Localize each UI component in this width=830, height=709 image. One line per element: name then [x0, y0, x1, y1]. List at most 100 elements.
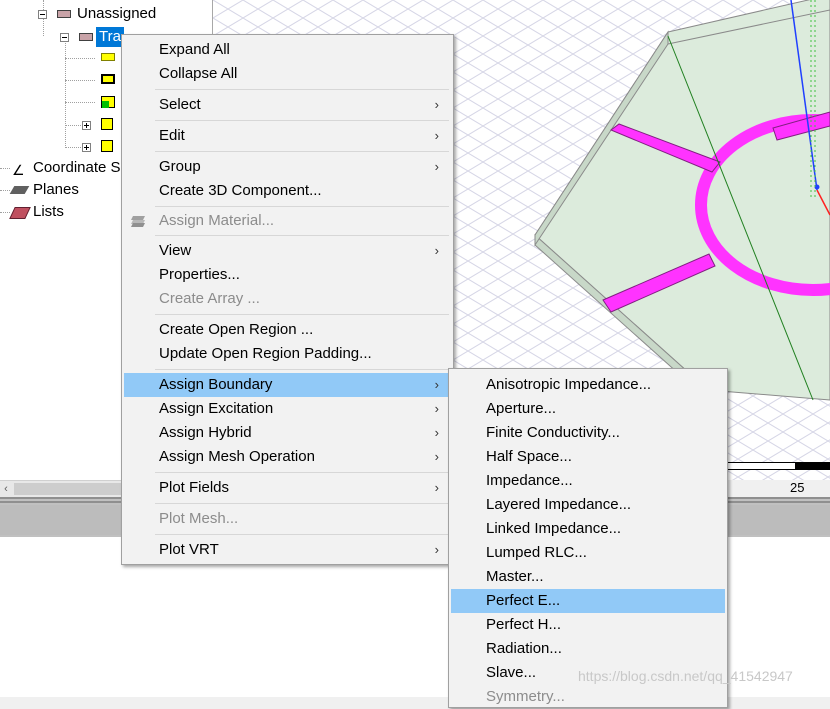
menu-item-label: Linked Impedance... [486, 520, 622, 537]
menu-item-assign-boundary[interactable]: Assign Boundary › [124, 373, 451, 397]
object-icon [79, 33, 93, 41]
submenu-arrow-icon: › [434, 449, 439, 464]
rectangle-operation-icon[interactable] [101, 53, 115, 61]
menu-item-label: Properties... [159, 266, 240, 283]
context-menu: Expand All Collapse All Select › Edit › Gr… [121, 34, 454, 565]
menu-item-assign-mesh-operation[interactable]: Assign Mesh Operation › [124, 445, 451, 469]
unite-operation-icon[interactable] [101, 74, 115, 84]
menu-item-label: Perfect E... [486, 592, 561, 609]
tree-connector [65, 36, 66, 148]
menu-item-collapse-all[interactable]: Collapse All [124, 62, 451, 86]
scroll-left-icon[interactable]: ‹ [0, 481, 12, 497]
submenu-item-master[interactable]: Master... [451, 565, 725, 589]
menu-item-label: Expand All [159, 41, 230, 58]
duplicate-operation-icon[interactable] [101, 118, 113, 130]
subtract-operation-icon[interactable] [101, 96, 115, 108]
menu-separator [155, 89, 449, 90]
menu-item-plot-mesh: Plot Mesh... [124, 507, 451, 531]
menu-separator [155, 151, 449, 152]
tree-connector [65, 80, 95, 81]
menu-item-label: Group [159, 158, 201, 175]
submenu-item-anisotropic-impedance[interactable]: Anisotropic Impedance... [451, 373, 725, 397]
menu-item-label: Assign Mesh Operation [159, 448, 315, 465]
menu-separator [155, 472, 449, 473]
menu-item-view[interactable]: View › [124, 239, 451, 263]
menu-item-label: Half Space... [486, 448, 572, 465]
submenu-item-layered-impedance[interactable]: Layered Impedance... [451, 493, 725, 517]
menu-item-properties[interactable]: Properties... [124, 263, 451, 287]
expand-icon[interactable] [82, 143, 91, 152]
submenu-item-lumped-rlc[interactable]: Lumped RLC... [451, 541, 725, 565]
menu-item-label: View [159, 242, 192, 259]
menu-separator [155, 120, 449, 121]
menu-item-label: Update Open Region Padding... [159, 345, 372, 362]
submenu-arrow-icon: › [434, 401, 439, 416]
scale-ruler [710, 458, 830, 472]
menu-item-plot-vrt[interactable]: Plot VRT › [124, 538, 451, 562]
tree-item-label: Tra [96, 27, 124, 47]
material-group-icon [57, 10, 71, 18]
menu-item-label: Layered Impedance... [486, 496, 632, 513]
menu-item-label: Collapse All [159, 65, 238, 82]
tree-item-label: Unassigned [77, 5, 157, 22]
menu-item-assign-hybrid[interactable]: Assign Hybrid › [124, 421, 451, 445]
menu-item-label: Assign Hybrid [159, 424, 252, 441]
duplicate-operation-icon[interactable] [101, 140, 113, 152]
menu-separator [155, 235, 449, 236]
submenu-item-half-space[interactable]: Half Space... [451, 445, 725, 469]
scrollbar-thumb[interactable] [14, 483, 124, 495]
tree-item-unassigned[interactable]: Unassigned [0, 4, 212, 24]
menu-separator [155, 534, 449, 535]
menu-item-label: Radiation... [486, 640, 562, 657]
menu-item-label: Create 3D Component... [159, 182, 322, 199]
menu-item-group[interactable]: Group › [124, 155, 451, 179]
tree-connector [65, 125, 83, 126]
menu-item-label: Slave... [486, 664, 537, 681]
menu-item-label: Perfect H... [486, 616, 562, 633]
menu-item-update-open-region-padding[interactable]: Update Open Region Padding... [124, 342, 451, 366]
menu-item-label: Anisotropic Impedance... [486, 376, 652, 393]
planes-icon [9, 186, 30, 194]
menu-item-label: Assign Material... [159, 212, 275, 229]
submenu-item-linked-impedance[interactable]: Linked Impedance... [451, 517, 725, 541]
submenu-item-perfect-e[interactable]: Perfect E... [451, 589, 725, 613]
menu-item-create-3d-component[interactable]: Create 3D Component... [124, 179, 451, 203]
menu-separator [155, 206, 449, 207]
submenu-item-radiation[interactable]: Radiation... [451, 637, 725, 661]
menu-separator [155, 369, 449, 370]
menu-item-plot-fields[interactable]: Plot Fields › [124, 476, 451, 500]
tree-item-label: Coordinate S [33, 159, 121, 176]
submenu-item-aperture[interactable]: Aperture... [451, 397, 725, 421]
menu-item-label: Aperture... [486, 400, 557, 417]
menu-item-assign-excitation[interactable]: Assign Excitation › [124, 397, 451, 421]
menu-item-label: Select [159, 96, 201, 113]
menu-item-label: Assign Excitation [159, 400, 274, 417]
menu-item-label: Create Array ... [159, 290, 260, 307]
menu-item-label: Plot Fields [159, 479, 230, 496]
collapse-icon[interactable] [38, 10, 47, 19]
submenu-arrow-icon: › [434, 480, 439, 495]
submenu-item-finite-conductivity[interactable]: Finite Conductivity... [451, 421, 725, 445]
collapse-icon[interactable] [60, 33, 69, 42]
menu-item-label: Symmetry... [486, 688, 565, 705]
ruler-label: 25 [790, 480, 805, 495]
tree-connector [65, 147, 83, 148]
material-stack-icon [131, 216, 145, 227]
submenu-item-symmetry[interactable]: Symmetry... [451, 685, 725, 709]
menu-separator [155, 503, 449, 504]
menu-item-label: Plot VRT [159, 541, 219, 558]
menu-item-select[interactable]: Select › [124, 93, 451, 117]
menu-item-label: Plot Mesh... [159, 510, 239, 527]
submenu-item-impedance[interactable]: Impedance... [451, 469, 725, 493]
submenu-arrow-icon: › [434, 377, 439, 392]
menu-separator [155, 314, 449, 315]
menu-item-expand-all[interactable]: Expand All [124, 38, 451, 62]
menu-item-edit[interactable]: Edit › [124, 124, 451, 148]
menu-item-label: Assign Boundary [159, 376, 273, 393]
menu-item-create-open-region[interactable]: Create Open Region ... [124, 318, 451, 342]
submenu-item-perfect-h[interactable]: Perfect H... [451, 613, 725, 637]
lists-icon [9, 207, 31, 219]
tree-item-label: Lists [33, 203, 64, 220]
menu-item-create-array: Create Array ... [124, 287, 451, 311]
expand-icon[interactable] [82, 121, 91, 130]
